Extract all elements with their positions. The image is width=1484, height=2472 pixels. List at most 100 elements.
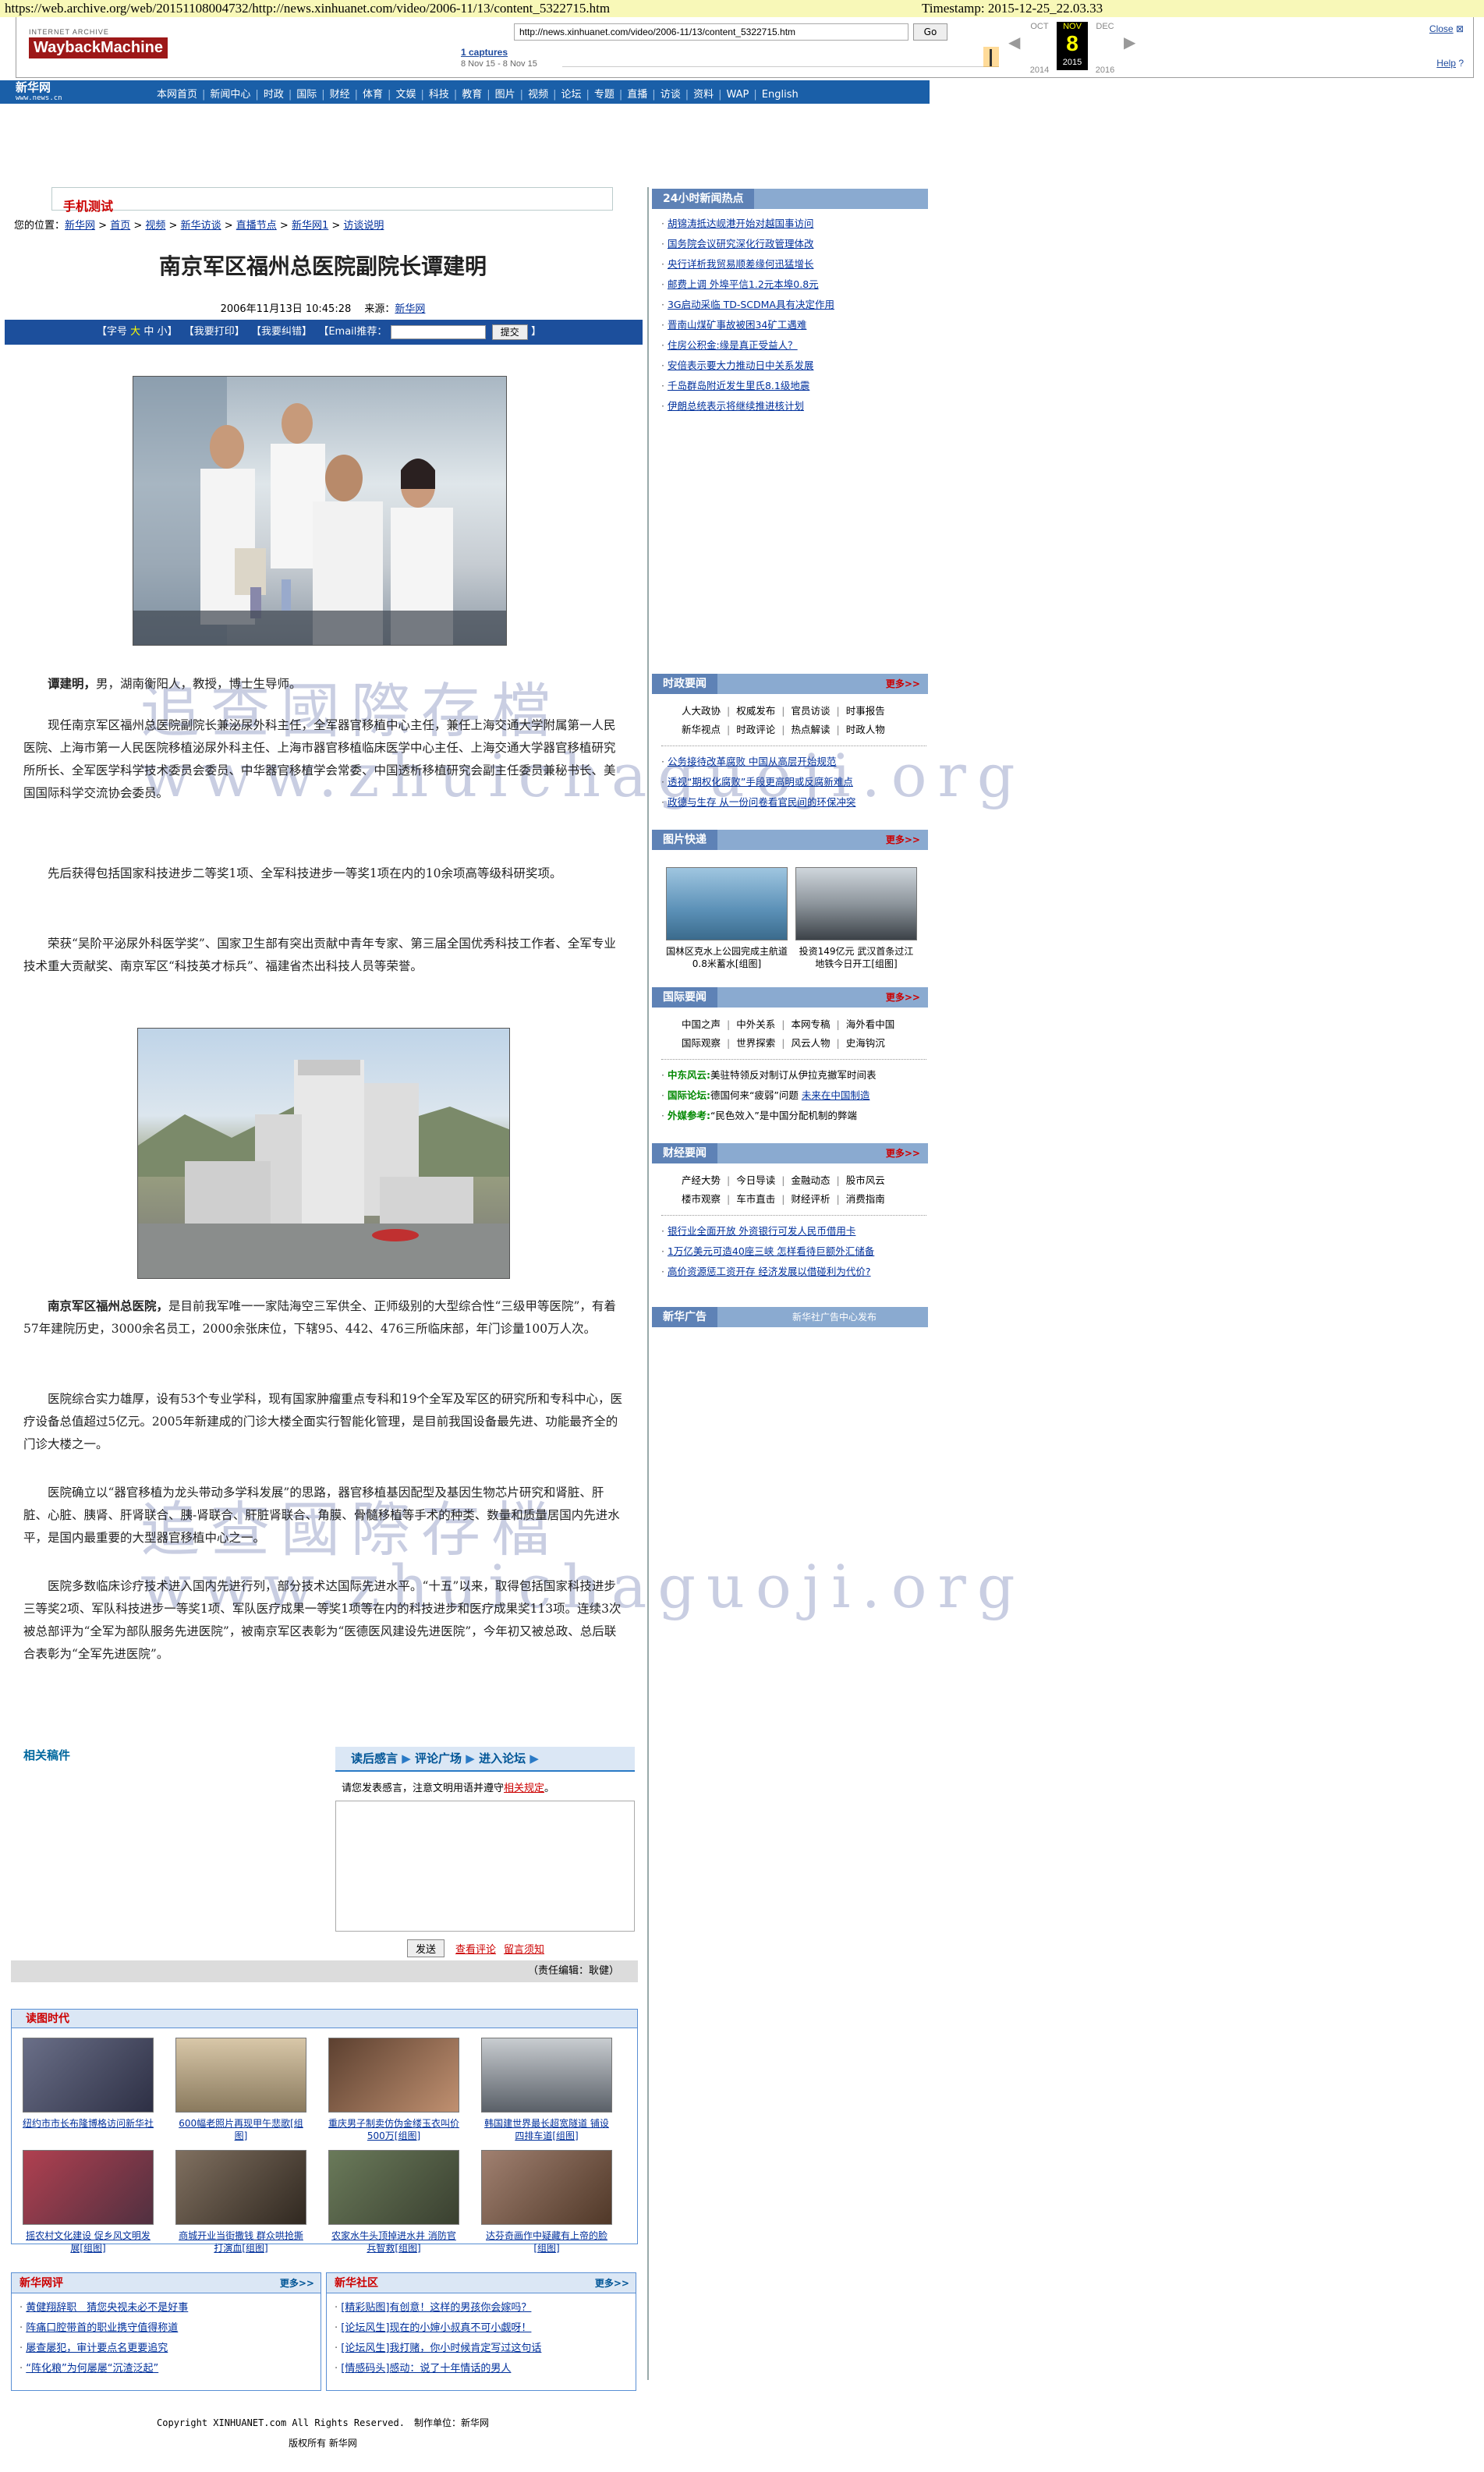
hot-news-link-9[interactable]: 伊朗总统表示将继续推进核计划 — [668, 400, 804, 412]
intl-subnav-item-3[interactable]: 海外看中国 — [846, 1018, 895, 1030]
community-more-link[interactable]: 更多>> — [595, 2273, 629, 2293]
font-big-link[interactable]: 大 — [130, 326, 140, 338]
finance-subnav-item-6[interactable]: 财经评析 — [791, 1193, 830, 1205]
politics-subnav-item-3[interactable]: 时事报告 — [846, 705, 885, 717]
ad-text[interactable]: 新华社广告中心发布 — [792, 1307, 877, 1327]
tab-feedback[interactable]: 读后感言 — [351, 1751, 398, 1765]
breadcrumb-item-6[interactable]: 访谈说明 — [343, 220, 384, 232]
community-item-1[interactable]: [论坛风生]现在的小婶小叔真不可小觑呀！ — [335, 2318, 636, 2339]
politics-item-1[interactable]: 透视“期权化腐败”手段更高明或反腐新难点 — [661, 772, 855, 792]
finance-subnav-item-1[interactable]: 今日导读 — [736, 1174, 775, 1186]
community-item-3[interactable]: [情感码头]感动：说了十年情话的男人 — [335, 2359, 636, 2379]
rules-link[interactable]: 相关规定 — [504, 1783, 544, 1794]
report-error-link[interactable]: 【我要纠错】 — [251, 326, 312, 338]
hot-news-link-0[interactable]: 胡锦涛抵达岘港开始对越国事访问 — [668, 218, 814, 229]
finance-item-1[interactable]: 1万亿美元可造40座三峡 怎样看待巨额外汇储备 — [661, 1241, 874, 1262]
source-link[interactable]: 新华网 — [395, 303, 425, 315]
breadcrumb-item-3[interactable]: 新华访谈 — [181, 220, 221, 232]
finance-subnav-item-4[interactable]: 楼市观察 — [682, 1193, 721, 1205]
commentary-more-link[interactable]: 更多>> — [280, 2273, 314, 2293]
nav-item-4[interactable]: 财经 — [330, 89, 350, 101]
breadcrumb-item-0[interactable]: 新华网 — [65, 220, 95, 232]
nav-item-11[interactable]: 论坛 — [561, 89, 581, 101]
finance-link-1[interactable]: 1万亿美元可造40座三峡 怎样看待巨额外汇储备 — [668, 1245, 874, 1257]
wayback-url-input[interactable] — [514, 23, 908, 41]
intl-news-more-link[interactable]: 更多>> — [886, 987, 920, 1008]
intl-subnav-item-0[interactable]: 中国之声 — [682, 1018, 721, 1030]
community-link-0[interactable]: [精彩贴图]有创意！这样的男孩你会嫁吗？ — [341, 2302, 531, 2314]
nav-item-14[interactable]: 访谈 — [661, 89, 681, 101]
commentary-item-3[interactable]: “阵化粮”为何屡屡“沉渣泛起” — [19, 2359, 321, 2379]
finance-subnav-item-3[interactable]: 股市风云 — [846, 1174, 885, 1186]
nav-item-13[interactable]: 直播 — [627, 89, 647, 101]
politics-item-2[interactable]: 政德与生存 从一份问卷看官民间的环保冲突 — [661, 792, 855, 813]
hot-news-item-9[interactable]: 伊朗总统表示将继续推进核计划 — [661, 396, 834, 416]
finance-subnav-item-2[interactable]: 金融动态 — [791, 1174, 830, 1186]
community-link-1[interactable]: [论坛风生]现在的小婶小叔真不可小觑呀！ — [341, 2322, 531, 2334]
hot-news-item-2[interactable]: 央行详析我贸易顺差缘何迅猛增长 — [661, 254, 834, 274]
intl-subnav-item-1[interactable]: 中外关系 — [736, 1018, 775, 1030]
finance-subnav-item-7[interactable]: 消费指南 — [846, 1193, 885, 1205]
community-link-2[interactable]: [论坛风生]我打赌，你小时候肯定写过这句话 — [341, 2343, 541, 2354]
font-mid-link[interactable]: 中 — [143, 326, 154, 338]
commentary-item-1[interactable]: 阵痛口腔带首的职业携守值得称道 — [19, 2318, 321, 2339]
nav-item-8[interactable]: 教育 — [462, 89, 482, 101]
captures-link[interactable]: 1 captures — [461, 47, 537, 58]
community-item-2[interactable]: [论坛风生]我打赌，你小时候肯定写过这句话 — [335, 2339, 636, 2359]
intl-item-2[interactable]: 外媒参考:“民色效入”是中国分配机制的弊端 — [661, 1106, 876, 1126]
finance-more-link[interactable]: 更多>> — [886, 1143, 920, 1163]
picture-item-4[interactable]: 摇农村文化建设 促乡风文明发展[组图] — [23, 2150, 154, 2254]
comment-notice-link[interactable]: 留言须知 — [504, 1944, 544, 1956]
politics-item-0[interactable]: 公务接待改革腐败 中国从高层开始规范 — [661, 752, 855, 772]
nav-item-16[interactable]: WAP — [727, 89, 749, 101]
nav-item-5[interactable]: 体育 — [363, 89, 383, 101]
picture-item-1[interactable]: 600幅老照片再现甲午悲歌[组图] — [175, 2038, 306, 2142]
wayback-go-button[interactable]: Go — [913, 23, 947, 41]
hot-news-link-2[interactable]: 央行详析我贸易顺差缘何迅猛增长 — [668, 258, 814, 270]
intl-subnav-item-5[interactable]: 世界探索 — [736, 1037, 775, 1049]
picture-item-7[interactable]: 达芬奇画作中疑藏有上帝的脸[组图] — [481, 2150, 612, 2254]
nav-item-6[interactable]: 文娱 — [395, 89, 416, 101]
email-submit-button[interactable]: 提交 — [491, 324, 528, 340]
hot-news-link-8[interactable]: 千岛群岛附近发生里氏8.1级地震 — [668, 380, 809, 391]
picture-item-0[interactable]: 纽约市市长布隆博格访问新华社 — [23, 2038, 154, 2130]
nav-item-3[interactable]: 国际 — [296, 89, 317, 101]
commentary-link-1[interactable]: 阵痛口腔带首的职业携守值得称道 — [26, 2322, 178, 2334]
picture-item-5[interactable]: 商城开业当街撒钱 群众哄抢撕打演血[组图] — [175, 2150, 306, 2254]
photo-express-item-2[interactable]: 投资149亿元 武汉首条过江地铁今日开工[组图] — [795, 867, 917, 970]
nav-item-10[interactable]: 视频 — [528, 89, 548, 101]
nav-item-12[interactable]: 专题 — [594, 89, 614, 101]
commentary-item-0[interactable]: 黄健翔辞职 猜您央视未必不是好事 — [19, 2298, 321, 2318]
help-link[interactable]: Help — [1436, 58, 1456, 69]
view-comments-link[interactable]: 查看评论 — [455, 1944, 496, 1956]
breadcrumb-item-1[interactable]: 首页 — [110, 220, 130, 232]
intl-item-1[interactable]: 国际论坛:德国何来“疲弱”问题 未来在中国制造 — [661, 1085, 876, 1106]
comment-textarea[interactable] — [335, 1801, 635, 1932]
hot-news-item-0[interactable]: 胡锦涛抵达岘港开始对越国事访问 — [661, 214, 834, 234]
politics-link-2[interactable]: 政德与生存 从一份问卷看官民间的环保冲突 — [668, 796, 855, 808]
commentary-item-2[interactable]: 屡查屡犯，审计要点名更要追究 — [19, 2339, 321, 2359]
breadcrumb-item-4[interactable]: 直播节点 — [236, 220, 277, 232]
prev-month-arrow-icon[interactable]: ◀ — [1008, 33, 1020, 51]
politics-subnav-item-1[interactable]: 权威发布 — [736, 705, 775, 717]
finance-subnav-item-5[interactable]: 车市直击 — [736, 1193, 775, 1205]
comment-submit-button[interactable]: 发送 — [407, 1939, 445, 1957]
commentary-link-3[interactable]: “阵化粮”为何屡屡“沉渣泛起” — [26, 2363, 158, 2375]
hot-news-item-4[interactable]: 3G启动采临 TD-SCDMA具有决定作用 — [661, 295, 834, 315]
photo-express-more-link[interactable]: 更多>> — [886, 830, 920, 850]
hot-news-link-4[interactable]: 3G启动采临 TD-SCDMA具有决定作用 — [668, 299, 834, 310]
tab-forum[interactable]: 进入论坛 — [479, 1751, 526, 1765]
hot-news-link-3[interactable]: 邮费上调 外埠平信1.2元本埠0.8元 — [668, 278, 819, 290]
finance-link-0[interactable]: 银行业全面开放 外资银行可发人民币借用卡 — [668, 1225, 855, 1237]
intl-subnav-item-6[interactable]: 风云人物 — [791, 1037, 830, 1049]
politics-subnav-item-4[interactable]: 新华视点 — [682, 724, 721, 735]
politics-subnav-item-5[interactable]: 时政评论 — [736, 724, 775, 735]
nav-item-7[interactable]: 科技 — [429, 89, 449, 101]
nav-item-9[interactable]: 图片 — [495, 89, 515, 101]
print-link[interactable]: 【我要打印】 — [184, 326, 245, 338]
top-ad-banner[interactable]: 手机测试 — [51, 187, 613, 214]
nav-item-1[interactable]: 新闻中心 — [210, 89, 250, 101]
picture-item-2[interactable]: 重庆男子制卖仿伪金缕玉衣叫价500万[组图] — [328, 2038, 459, 2142]
help-icon[interactable]: ? — [1458, 58, 1464, 69]
hot-news-item-8[interactable]: 千岛群岛附近发生里氏8.1级地震 — [661, 376, 834, 396]
